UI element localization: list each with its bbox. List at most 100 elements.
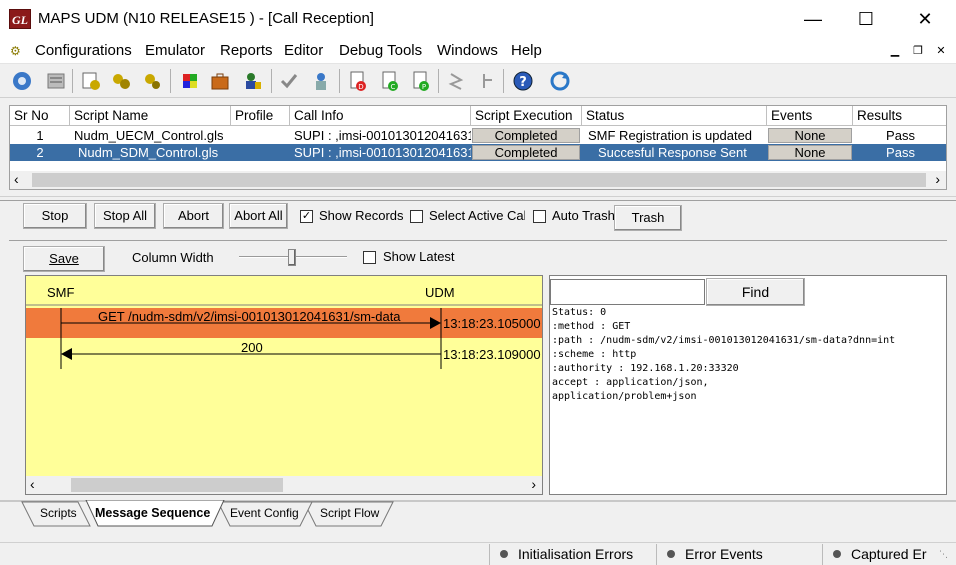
- decode-line: :scheme : http: [552, 349, 637, 360]
- col-status[interactable]: Status: [582, 106, 767, 126]
- grid-scroll-thumb[interactable]: [32, 173, 926, 187]
- message-label[interactable]: 200: [241, 340, 263, 355]
- find-button[interactable]: Find: [706, 278, 805, 306]
- message-sequence-panel: SMF UDM GET /nudm-sdm/v2/imsi-0010130120…: [25, 275, 543, 495]
- close-button[interactable]: ✕: [905, 6, 945, 32]
- route-icon[interactable]: [443, 68, 469, 94]
- refresh-icon[interactable]: [547, 68, 573, 94]
- message-label[interactable]: GET /nudm-sdm/v2/imsi-001013012041631/sm…: [98, 309, 401, 324]
- menu-debug-tools[interactable]: Debug Tools: [339, 42, 422, 59]
- tab-message-sequence[interactable]: Message Sequence: [95, 506, 210, 520]
- decode-line: application/problem+json: [552, 391, 697, 402]
- message-timestamp: 13:18:23.105000: [443, 316, 541, 331]
- app-logo-icon: GL: [9, 9, 31, 29]
- abort-all-button[interactable]: Abort All: [229, 203, 288, 229]
- minimize-button[interactable]: —: [793, 6, 833, 32]
- select-active-call-checkbox[interactable]: [410, 210, 423, 223]
- show-records-label: Show Records: [319, 208, 404, 223]
- tab-script-flow[interactable]: Script Flow: [320, 506, 379, 520]
- decode-text[interactable]: Status: 0:method : GET:path : /nudm-sdm/…: [552, 306, 946, 404]
- col-results[interactable]: Results: [853, 106, 948, 126]
- abort-button[interactable]: Abort: [163, 203, 224, 229]
- check-icon[interactable]: [276, 68, 302, 94]
- grid-horizontal-scrollbar[interactable]: ‹ ›: [10, 171, 946, 189]
- help-icon[interactable]: ?: [510, 68, 536, 94]
- gears-icon[interactable]: [108, 68, 134, 94]
- doc-c-icon[interactable]: C: [377, 68, 403, 94]
- message-timestamp: 13:18:23.109000: [443, 347, 541, 362]
- scroll-left-arrow-icon[interactable]: ‹: [30, 476, 35, 492]
- column-width-slider[interactable]: [287, 249, 296, 266]
- col-sr-no[interactable]: Sr No: [10, 106, 70, 126]
- stop-button[interactable]: Stop: [23, 203, 87, 229]
- entity-udm: UDM: [425, 285, 455, 300]
- captured-errors-label: Captured Er: [851, 546, 927, 562]
- svg-text:P: P: [422, 83, 426, 91]
- find-input[interactable]: [550, 279, 705, 305]
- message-arrowhead: [61, 348, 72, 360]
- doc-p-icon[interactable]: P: [408, 68, 434, 94]
- briefcase-icon[interactable]: [207, 68, 233, 94]
- captured-errors-panel[interactable]: Captured Er: [822, 544, 936, 565]
- col-events[interactable]: Events: [767, 106, 853, 126]
- menu-help[interactable]: Help: [511, 42, 542, 59]
- decode-line: :path : /nudm-sdm/v2/imsi-00101301204163…: [552, 335, 896, 346]
- tab-scripts[interactable]: Scripts: [40, 506, 77, 520]
- select-active-call-label: Select Active Cal: [429, 208, 525, 223]
- col-profile[interactable]: Profile: [231, 106, 290, 126]
- maximize-button[interactable]: ☐: [846, 6, 886, 32]
- sequence-horizontal-scrollbar[interactable]: ‹ ›: [26, 476, 542, 494]
- edit-script-icon[interactable]: [78, 68, 104, 94]
- script-grid: Sr No Script Name Profile Call Info Scri…: [9, 105, 947, 190]
- error-events-panel[interactable]: Error Events: [656, 544, 822, 565]
- route-alt-icon[interactable]: [474, 68, 500, 94]
- panel-splitter[interactable]: [0, 196, 956, 201]
- save-button[interactable]: Save: [23, 246, 105, 272]
- tab-event-config[interactable]: Event Config: [230, 506, 299, 520]
- stop-all-button[interactable]: Stop All: [94, 203, 156, 229]
- svg-text:C: C: [391, 83, 396, 91]
- menu-configurations[interactable]: Configurations: [35, 42, 132, 59]
- scroll-right-arrow-icon[interactable]: ›: [531, 476, 536, 492]
- cell-execution-badge: Completed: [472, 145, 580, 160]
- user-lock-icon[interactable]: [240, 68, 266, 94]
- decode-panel: Find Status: 0:method : GET:path : /nudm…: [549, 275, 947, 495]
- table-row[interactable]: 1 Nudm_UECM_Control.gls SUPI : ,imsi-001…: [10, 127, 946, 144]
- settings-gear-icon[interactable]: [9, 68, 35, 94]
- sequence-diagram: [26, 304, 542, 369]
- trash-button[interactable]: Trash: [614, 205, 682, 231]
- table-row[interactable]: 2 Nudm_SDM_Control.gls SUPI : ,imsi-0010…: [10, 144, 946, 161]
- cell-script-name: Nudm_SDM_Control.gls: [78, 145, 219, 160]
- status-bar: Initialisation Errors Error Events Captu…: [0, 542, 956, 565]
- window-title: MAPS UDM (N10 RELEASE15 ) - [Call Recept…: [38, 10, 374, 27]
- column-width-label: Column Width: [132, 250, 214, 265]
- mdi-minimize-button[interactable]: ▁: [884, 41, 906, 61]
- mdi-close-button[interactable]: ✕: [930, 41, 952, 61]
- menu-windows[interactable]: Windows: [437, 42, 498, 59]
- doc-d-icon[interactable]: D: [345, 68, 371, 94]
- menu-emulator[interactable]: Emulator: [145, 42, 205, 59]
- list-icon[interactable]: [43, 68, 69, 94]
- menu-reports[interactable]: Reports: [220, 42, 273, 59]
- decode-line: Status: 0: [552, 307, 607, 318]
- col-call-info[interactable]: Call Info: [290, 106, 471, 126]
- scroll-left-arrow-icon[interactable]: ‹: [14, 171, 19, 187]
- scroll-right-arrow-icon[interactable]: ›: [935, 171, 940, 187]
- cell-sr-no: 2: [36, 145, 44, 160]
- menu-editor[interactable]: Editor: [284, 42, 323, 59]
- sequence-scroll-thumb[interactable]: [71, 478, 283, 492]
- gears-run-icon[interactable]: [139, 68, 165, 94]
- show-latest-checkbox[interactable]: [363, 251, 376, 264]
- initialisation-errors-panel[interactable]: Initialisation Errors: [489, 544, 656, 565]
- wizard-icon[interactable]: [308, 68, 334, 94]
- resize-grip-icon[interactable]: ⋱: [939, 549, 951, 561]
- cell-events-badge[interactable]: None: [768, 145, 852, 160]
- auto-trash-checkbox[interactable]: [533, 210, 546, 223]
- col-script-name[interactable]: Script Name: [70, 106, 231, 126]
- cell-result: Pass: [886, 128, 915, 143]
- colors-icon[interactable]: [177, 68, 203, 94]
- col-script-execution[interactable]: Script Execution: [471, 106, 582, 126]
- cell-events-badge[interactable]: None: [768, 128, 852, 143]
- show-records-checkbox[interactable]: ✓: [300, 210, 313, 223]
- mdi-restore-button[interactable]: ❐: [907, 41, 929, 61]
